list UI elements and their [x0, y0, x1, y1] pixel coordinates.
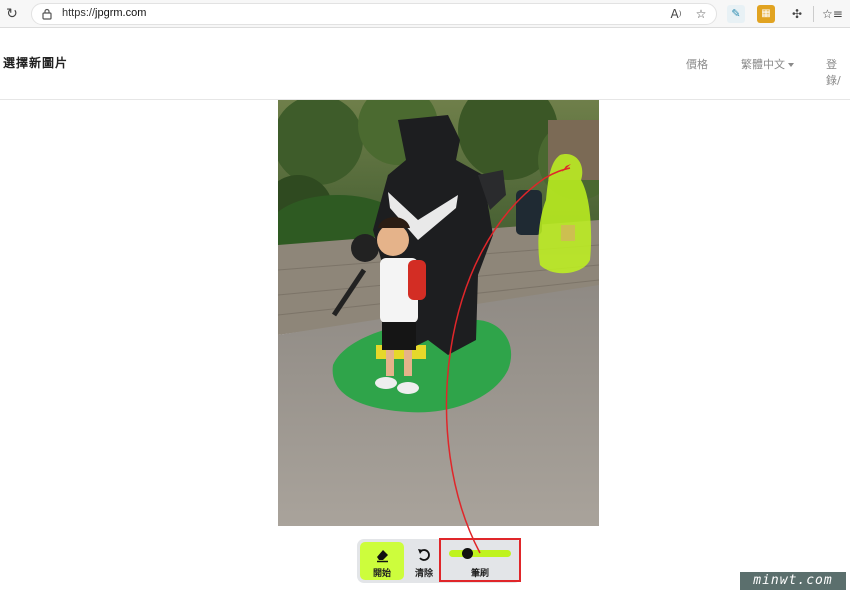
extensions-puzzle-icon[interactable]: ✣: [788, 5, 806, 23]
extension-clipboard-icon[interactable]: ✎: [727, 5, 745, 23]
image-canvas[interactable]: [278, 100, 599, 526]
brush-label: 筆刷: [470, 569, 489, 579]
favorites-list-icon[interactable]: ☆≡: [822, 5, 843, 23]
brush-size-control: 筆刷: [439, 538, 521, 582]
nav-language-label: 繁體中文: [741, 58, 785, 71]
eraser-icon: [377, 550, 388, 563]
brush-size-handle[interactable]: [461, 548, 473, 559]
start-button[interactable]: 開始: [360, 542, 404, 580]
url-scheme: https://: [62, 7, 96, 19]
nav-language[interactable]: 繁體中文: [741, 56, 794, 72]
chevron-down-icon: [788, 63, 794, 67]
nav-login[interactable]: 登錄/: [826, 56, 850, 88]
select-new-image-link[interactable]: 選擇新圖片: [3, 54, 68, 71]
url-text: https://jpgrm.com: [62, 7, 146, 19]
star-add-icon[interactable]: ☆: [692, 5, 710, 23]
extension-app-icon[interactable]: ▦: [757, 5, 775, 23]
site-header: 選擇新圖片 價格 繁體中文 登錄/: [0, 29, 850, 100]
url-host: jpgrm.com: [95, 7, 147, 19]
browser-toolbar: ↻ https://jpgrm.com A) ☆ ✎ ▦ ✣ ☆≡: [0, 0, 850, 28]
brush-size-slider[interactable]: [449, 550, 511, 557]
start-button-label: 開始: [372, 569, 391, 579]
address-bar[interactable]: https://jpgrm.com: [31, 3, 717, 25]
toolbar-divider: [813, 6, 814, 22]
nav-pricing[interactable]: 價格: [686, 56, 708, 72]
undo-icon: [418, 549, 430, 561]
photo-illustration: [278, 100, 599, 526]
reload-icon[interactable]: ↻: [4, 6, 20, 22]
lock-icon: [42, 8, 52, 20]
watermark: minwt.com: [740, 572, 846, 590]
reader-mode-icon[interactable]: A): [667, 5, 685, 23]
